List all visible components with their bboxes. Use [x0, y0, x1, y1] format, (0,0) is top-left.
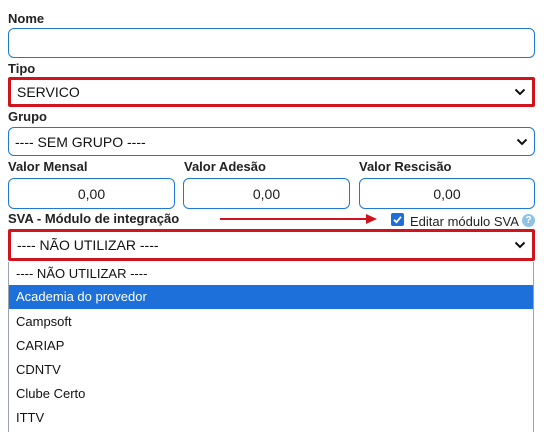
tipo-label: Tipo: [8, 61, 36, 76]
grupo-label: Grupo: [8, 109, 47, 124]
tipo-select-value: SERVICO: [17, 84, 80, 100]
checkmark-icon: [393, 216, 402, 224]
sva-label: SVA - Módulo de integração: [8, 211, 180, 226]
editar-sva-checkbox[interactable]: [391, 213, 404, 226]
tipo-select[interactable]: SERVICO: [8, 77, 535, 107]
valor-adesao-input[interactable]: 0,00: [183, 178, 350, 209]
grupo-select-value: ---- SEM GRUPO ----: [15, 133, 146, 150]
chevron-down-icon: [514, 88, 526, 96]
chevron-down-icon: [514, 241, 526, 249]
sva-select-value: ---- NÃO UTILIZAR ----: [17, 237, 159, 253]
valor-rescisao-input[interactable]: 0,00: [359, 178, 535, 209]
nome-label: Nome: [8, 11, 45, 26]
option-academia-do-provedor[interactable]: Academia do provedor: [9, 285, 533, 309]
grupo-select[interactable]: ---- SEM GRUPO ----: [8, 127, 535, 156]
valor-rescisao-label: Valor Rescisão: [359, 159, 452, 174]
editar-sva-label[interactable]: Editar módulo SVA: [410, 214, 519, 229]
option-nao-utilizar[interactable]: ---- NÃO UTILIZAR ----: [9, 262, 533, 286]
option-campsoft[interactable]: Campsoft: [9, 310, 533, 334]
nome-input[interactable]: [8, 28, 535, 58]
option-clube-certo[interactable]: Clube Certo: [9, 382, 533, 406]
option-cariap[interactable]: CARIAP: [9, 334, 533, 358]
chevron-down-icon: [516, 138, 528, 145]
valor-mensal-label: Valor Mensal: [8, 159, 88, 174]
valor-adesao-label: Valor Adesão: [184, 159, 266, 174]
sva-select[interactable]: ---- NÃO UTILIZAR ----: [8, 229, 535, 261]
annotation-arrow-icon: [220, 214, 377, 224]
valor-mensal-input[interactable]: 0,00: [8, 178, 175, 209]
help-icon[interactable]: ?: [522, 214, 535, 227]
option-ittv[interactable]: ITTV: [9, 406, 533, 430]
option-cdntv[interactable]: CDNTV: [9, 358, 533, 382]
sva-options-list: ---- NÃO UTILIZAR ---- Academia do prove…: [8, 262, 534, 432]
